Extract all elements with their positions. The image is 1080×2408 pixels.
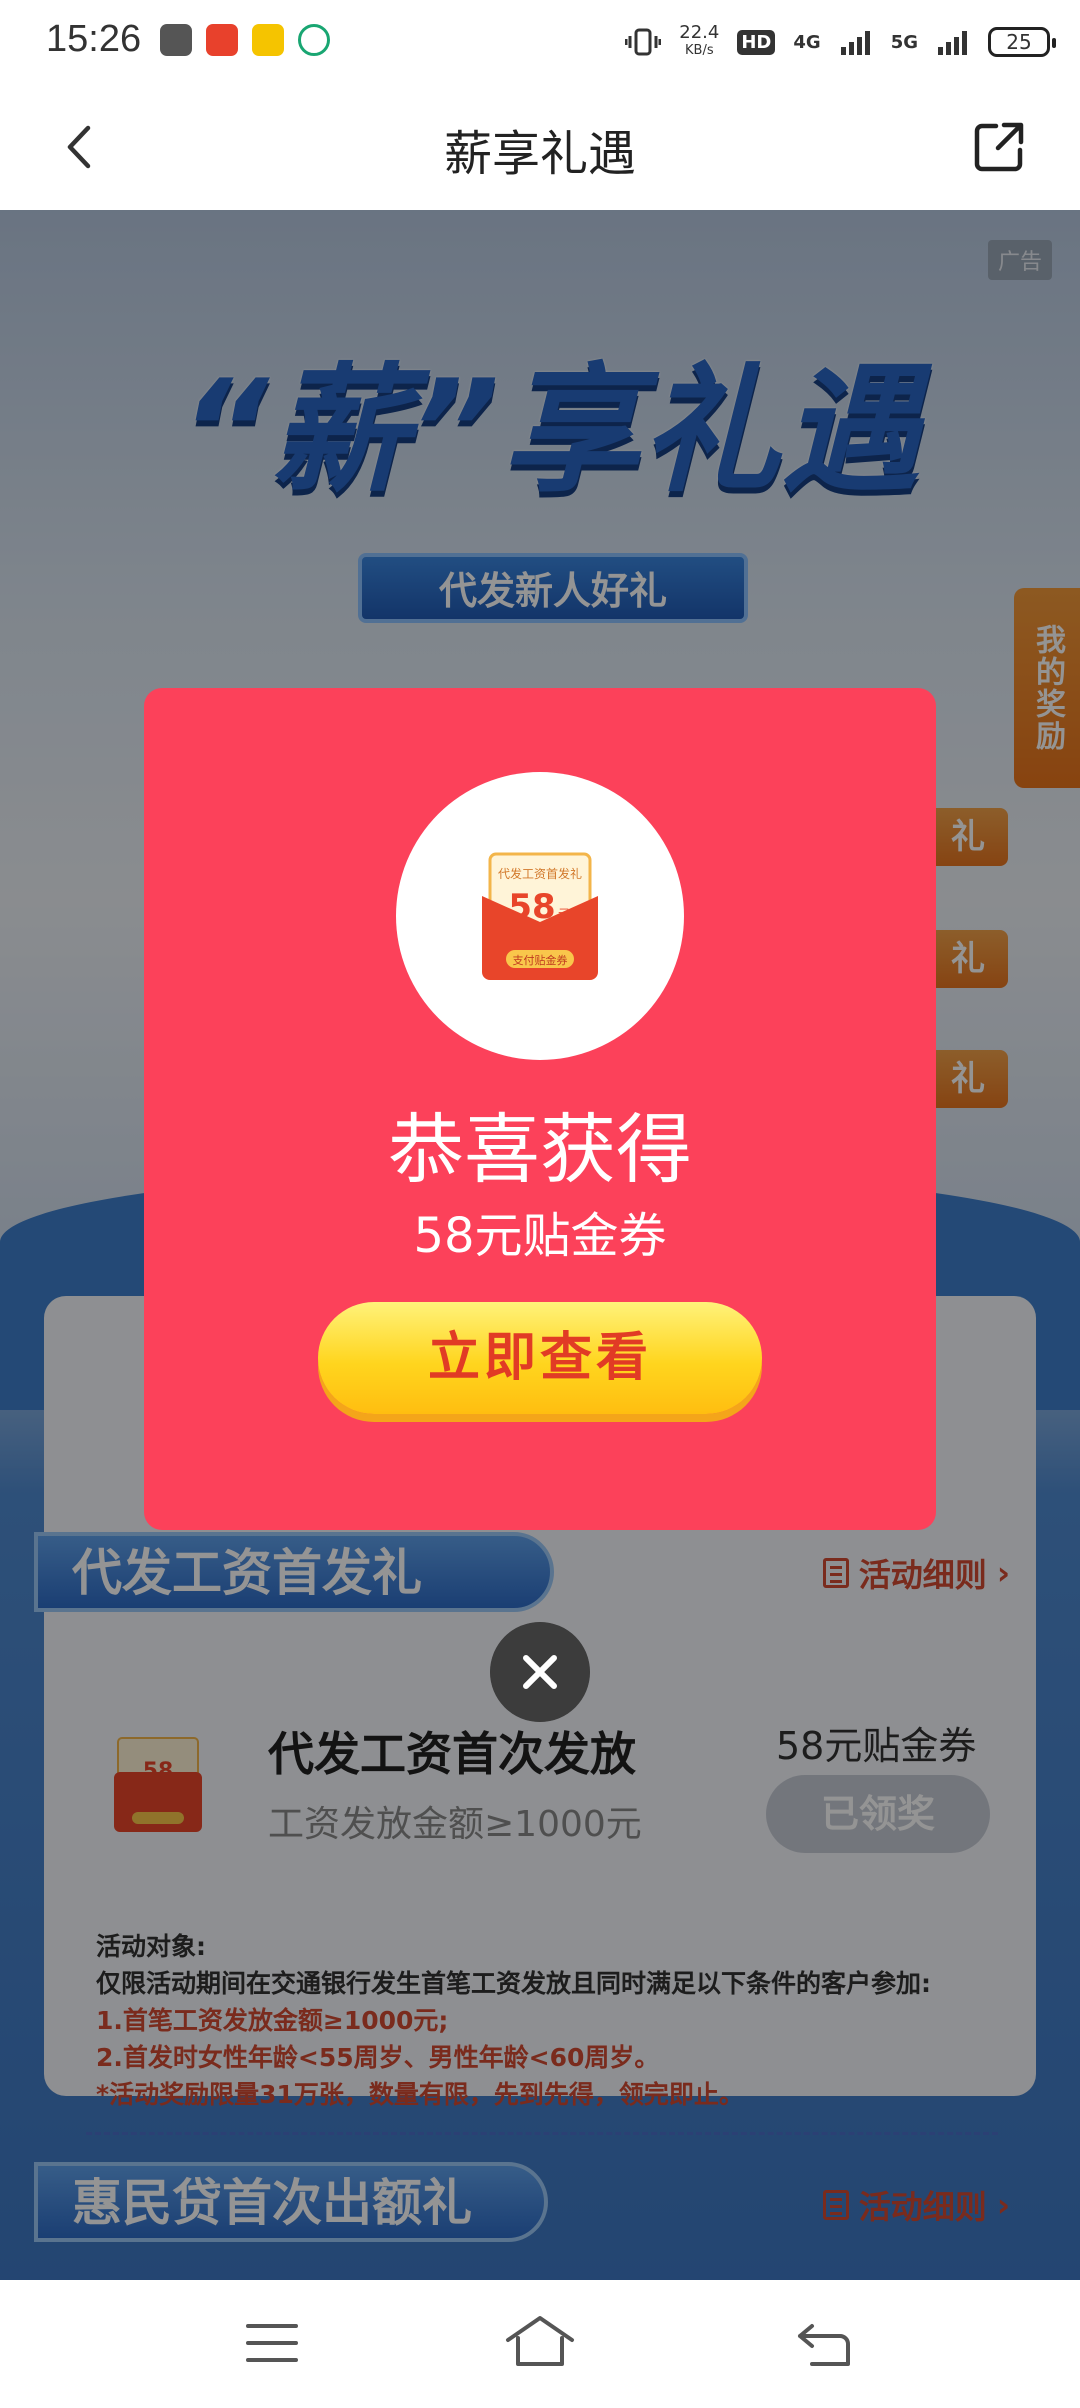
status-time: 15:26 bbox=[46, 18, 142, 60]
hd-badge: HD bbox=[737, 29, 776, 55]
signal-5g: 5G bbox=[890, 31, 918, 53]
close-icon[interactable] bbox=[490, 1622, 590, 1722]
food-app-icon bbox=[252, 24, 284, 56]
net-speed-unit: KB/s bbox=[685, 43, 714, 58]
share-icon[interactable] bbox=[972, 120, 1026, 174]
battery-icon: 25 bbox=[988, 27, 1056, 57]
nav-bar: 薪享礼遇 bbox=[0, 84, 1080, 210]
shopping-app-icon bbox=[206, 24, 238, 56]
modal-title: 恭喜获得 bbox=[388, 1105, 692, 1194]
signal-bars-icon-2 bbox=[938, 31, 967, 55]
vibrate-icon bbox=[625, 28, 662, 56]
battery-level: 25 bbox=[1006, 30, 1032, 54]
coupon-top-label: 代发工资首发礼 bbox=[498, 866, 582, 881]
message-app-icon bbox=[160, 24, 192, 56]
view-now-button[interactable]: 立即查看 bbox=[318, 1302, 762, 1414]
network-speed: 22.4 KB/s bbox=[679, 24, 719, 60]
coupon-envelope-icon: 代发工资首发礼 58 元 支付贴金券 bbox=[482, 852, 598, 980]
signal-bars-icon bbox=[840, 31, 870, 55]
menu-icon[interactable] bbox=[244, 2320, 300, 2366]
net-speed-value: 22.4 bbox=[679, 22, 720, 43]
status-bar: 15:26 22.4 KB/s HD 4G 5G 25 bbox=[0, 0, 1080, 84]
page-title: 薪享礼遇 bbox=[443, 126, 636, 182]
status-indicators: 22.4 KB/s HD 4G 5G 25 bbox=[625, 18, 1056, 66]
coupon-amount: 58 bbox=[508, 887, 555, 927]
back-nav-icon[interactable] bbox=[796, 2320, 852, 2370]
home-icon[interactable] bbox=[504, 2314, 576, 2368]
signal-4g: 4G bbox=[793, 31, 821, 53]
reward-modal: 代发工资首发礼 58 元 支付贴金券 恭喜获得 58元贴金券 立即查看 bbox=[144, 688, 936, 1530]
carrier-icon bbox=[298, 24, 330, 56]
reward-icon-circle: 代发工资首发礼 58 元 支付贴金券 bbox=[396, 772, 684, 1060]
modal-subtitle: 58元贴金券 bbox=[413, 1208, 667, 1264]
coupon-unit: 元 bbox=[558, 907, 570, 921]
system-nav-bar bbox=[0, 2280, 1080, 2408]
coupon-bottom-label: 支付贴金券 bbox=[513, 953, 568, 967]
